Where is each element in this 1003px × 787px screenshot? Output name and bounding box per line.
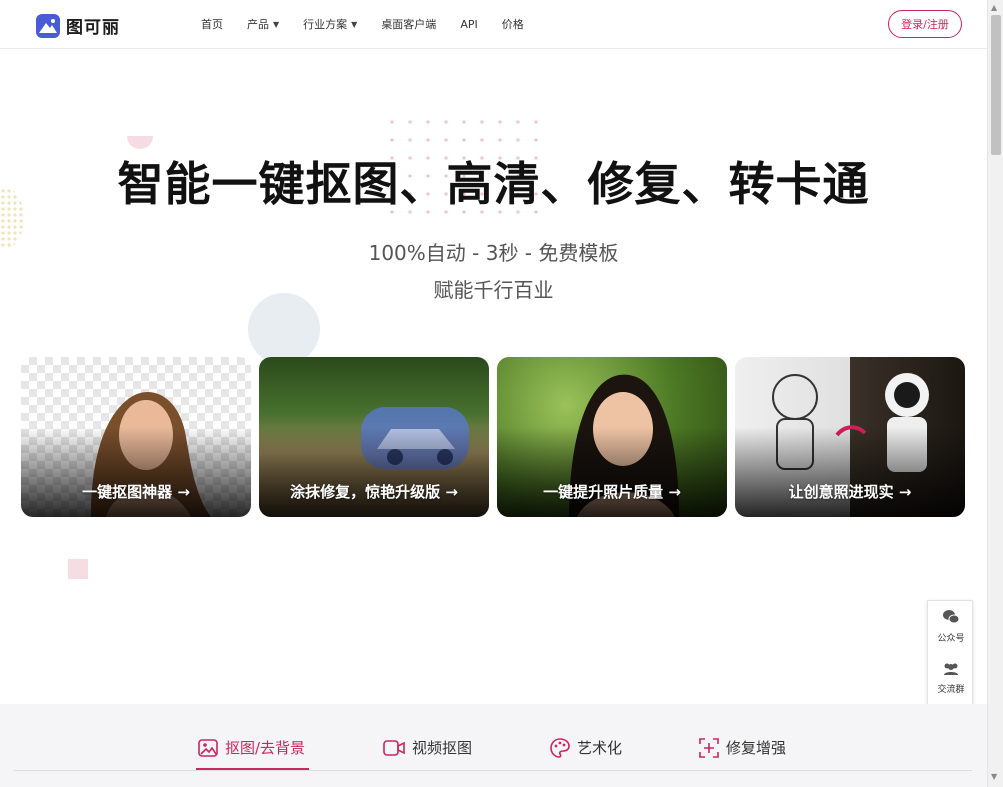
logo[interactable]: 图可丽 (36, 13, 120, 38)
nav-item-desktop-client[interactable]: 桌面客户端 (381, 16, 436, 32)
tab-cutout[interactable]: 抠图/去背景 (198, 737, 305, 758)
scrollbar-thumb[interactable] (991, 15, 1001, 155)
tabs-divider (14, 770, 972, 771)
card-shade (21, 427, 251, 517)
hero-subtitle-secondary: 赋能千行百业 (433, 278, 554, 302)
float-label: 公众号 (937, 634, 965, 644)
login-register-button[interactable]: 登录/注册 (888, 10, 962, 38)
logo-mountain-icon (36, 13, 60, 38)
nav-item-solutions[interactable]: 行业方案 ▼ (303, 16, 357, 32)
nav-label: 行业方案 (303, 18, 348, 31)
nav-label: 桌面客户端 (381, 18, 437, 31)
card-label: 一键抠图神器 → (82, 483, 190, 501)
feature-card-enhance[interactable]: 一键提升照片质量 → (497, 357, 727, 517)
tab-restore-enhance[interactable]: 修复增强 (699, 737, 786, 758)
palette-icon (550, 737, 570, 758)
scroll-up-arrow-icon[interactable]: ▲ (991, 3, 997, 12)
hero-title: 智能一键抠图、高清、修复、转卡通 (117, 157, 870, 211)
tab-video-cutout[interactable]: 视频抠图 (383, 737, 472, 758)
nav-label: 价格 (501, 18, 524, 31)
feature-card-cutout[interactable]: 一键抠图神器 → (21, 357, 251, 517)
nav-item-products[interactable]: 产品 ▼ (247, 16, 279, 32)
nav-item-pricing[interactable]: 价格 (502, 16, 524, 32)
top-navbar: 图可丽 首页 产品 ▼ 行业方案 ▼ 桌面客户端 API 价格 登录/注册 (0, 0, 987, 49)
page-scrollbar[interactable]: ▲ ▼ (987, 0, 1003, 787)
scroll-down-arrow-icon[interactable]: ▼ (991, 772, 997, 781)
active-tab-indicator (196, 768, 309, 770)
group-icon (944, 663, 958, 675)
main-nav: 首页 产品 ▼ 行业方案 ▼ 桌面客户端 API 价格 (201, 16, 548, 32)
caret-down-icon: ▼ (273, 19, 280, 29)
tab-artistic[interactable]: 艺术化 (550, 737, 622, 758)
tab-label: 视频抠图 (412, 739, 473, 757)
tab-label: 艺术化 (577, 739, 623, 757)
hero-subtitle: 100%自动 - 3秒 - 免费模板 (368, 241, 619, 265)
wechat-official-account-button[interactable]: 公众号 (928, 609, 974, 644)
tab-label: 修复增强 (726, 739, 787, 757)
card-label: 让创意照进现实 → (788, 483, 912, 501)
card-label: 涂抹修复，惊艳升级版 → (290, 483, 458, 501)
nav-label: API (460, 17, 478, 31)
nav-item-home[interactable]: 首页 (201, 16, 223, 32)
feature-tabs-section (0, 704, 987, 787)
image-icon (198, 738, 218, 757)
enhance-icon (699, 737, 719, 758)
decorative-square (68, 559, 88, 579)
decorative-circle (248, 293, 320, 365)
video-icon (383, 739, 405, 756)
caret-down-icon: ▼ (351, 19, 358, 29)
card-shade (259, 427, 489, 517)
nav-label: 产品 (247, 18, 269, 31)
wechat-icon (943, 610, 960, 624)
tab-label: 抠图/去背景 (225, 739, 306, 757)
card-shade (735, 427, 965, 517)
feature-card-inpaint[interactable]: 涂抹修复，惊艳升级版 → (259, 357, 489, 517)
logo-text: 图可丽 (66, 18, 120, 38)
card-shade (497, 427, 727, 517)
card-label: 一键提升照片质量 → (543, 483, 681, 501)
nav-label: 首页 (201, 18, 223, 31)
nav-item-api[interactable]: API (460, 16, 477, 32)
community-group-button[interactable]: 交流群 (928, 661, 974, 695)
float-label: 交流群 (937, 685, 965, 695)
feature-card-creative[interactable]: 让创意照进现实 → (735, 357, 965, 517)
